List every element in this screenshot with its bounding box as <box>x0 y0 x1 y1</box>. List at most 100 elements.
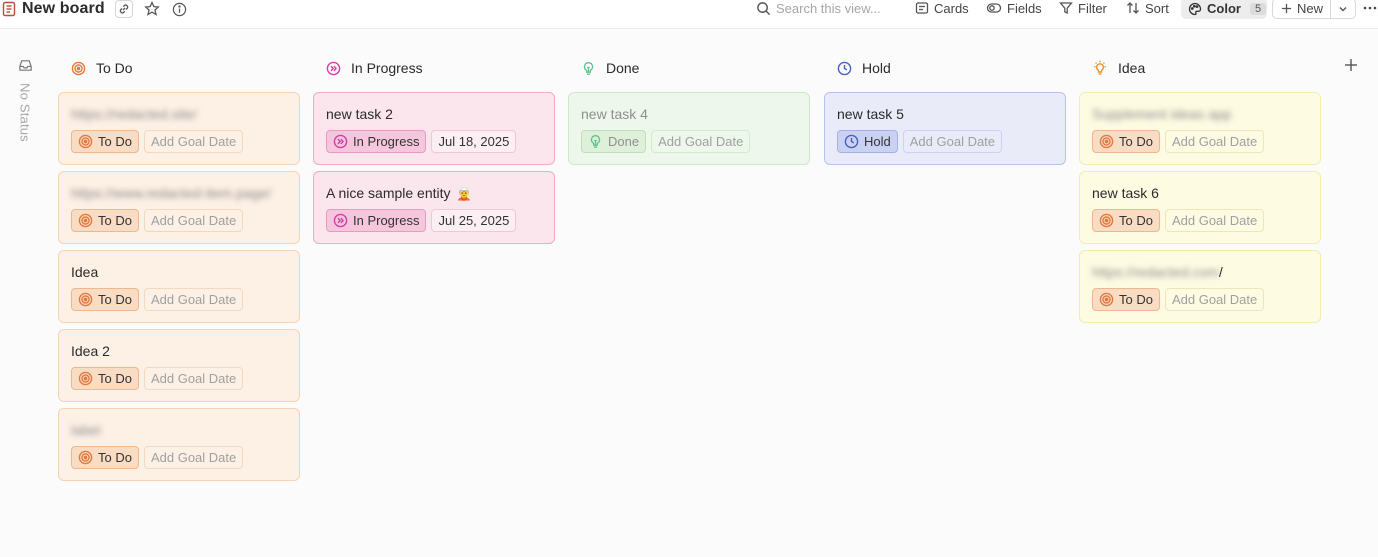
card-list: new task 4 Done Add Goal Date <box>568 92 810 171</box>
add-goal-date-button[interactable]: Add Goal Date <box>651 130 751 153</box>
card[interactable]: new task 4 Done Add Goal Date <box>568 92 810 165</box>
status-label: To Do <box>1119 292 1153 307</box>
card[interactable]: https://redacted.com/To Do Add Goal Date <box>1079 250 1321 323</box>
card-title: Idea 2 <box>71 343 110 359</box>
card-properties: To Do Add Goal Date <box>71 209 244 232</box>
add-goal-date-button[interactable]: Add Goal Date <box>143 446 244 469</box>
search-input[interactable]: Search this view... <box>776 1 881 16</box>
add-goal-date-button[interactable]: Add Goal Date <box>143 367 244 390</box>
board-title[interactable]: New board <box>22 0 105 18</box>
card-properties: In Progress Jul 25, 2025 <box>326 209 517 232</box>
star-icon[interactable] <box>143 0 161 18</box>
goal-date[interactable]: Jul 25, 2025 <box>431 209 517 232</box>
cards-button[interactable]: Cards <box>915 0 969 16</box>
card[interactable]: new task 2 In Progress Jul 18, 2025 <box>313 92 555 165</box>
goal-date[interactable]: Jul 18, 2025 <box>431 130 517 153</box>
card-properties: To Do Add Goal Date <box>71 130 244 153</box>
card[interactable]: Idea To Do Add Goal Date <box>58 250 300 323</box>
status-label: To Do <box>98 371 132 386</box>
new-button-group: New <box>1272 0 1356 19</box>
sort-icon <box>1127 2 1139 14</box>
card-title-row: new task 6 <box>1092 185 1159 201</box>
card-properties: Done Add Goal Date <box>581 130 751 153</box>
cards-label: Cards <box>934 0 969 16</box>
status-badge[interactable]: Done <box>581 130 647 153</box>
status-label: To Do <box>1119 213 1153 228</box>
target-icon <box>1099 213 1114 228</box>
card-title: Supplement ideas app <box>1092 106 1232 122</box>
card-title: new task 5 <box>837 106 904 122</box>
fields-button[interactable]: Fields <box>986 0 1042 16</box>
column-todo: To Do https://redacted.site/To Do Add Goal… <box>58 58 300 481</box>
no-status-column[interactable]: No Status <box>14 58 36 142</box>
status-badge[interactable]: To Do <box>71 288 139 311</box>
card-title-row: https://www.redacted-item.page/ <box>71 185 271 201</box>
filter-button[interactable]: Filter <box>1059 0 1107 16</box>
card[interactable]: label To Do Add Goal Date <box>58 408 300 481</box>
search-icon <box>757 1 771 15</box>
status-badge[interactable]: To Do <box>71 209 139 232</box>
column-header[interactable]: To Do <box>58 58 300 78</box>
copy-link-icon[interactable] <box>114 0 133 18</box>
status-badge[interactable]: To Do <box>71 130 139 153</box>
card-title-row: https://redacted.site/ <box>71 106 197 122</box>
status-badge[interactable]: To Do <box>71 446 139 469</box>
add-column-button[interactable] <box>1344 58 1360 74</box>
status-badge[interactable]: To Do <box>1092 209 1160 232</box>
search-view[interactable]: Search this view... <box>756 0 881 16</box>
add-goal-date-button[interactable]: Add Goal Date <box>1164 288 1265 311</box>
status-badge[interactable]: To Do <box>1092 288 1160 311</box>
card[interactable]: Supplement ideas app To Do Add Goal Date <box>1079 92 1321 165</box>
status-badge[interactable]: To Do <box>71 367 139 390</box>
add-goal-date-button[interactable]: Add Goal Date <box>902 130 1003 153</box>
board-document-icon <box>2 1 16 17</box>
lightbulb-outline-icon <box>588 134 603 149</box>
column-header[interactable]: Done <box>568 58 810 78</box>
add-goal-date-button[interactable]: Add Goal Date <box>1164 209 1265 232</box>
status-badge[interactable]: Hold <box>837 130 898 153</box>
status-label: In Progress <box>353 134 420 149</box>
card-title: new task 2 <box>326 106 393 122</box>
status-badge[interactable]: To Do <box>1092 130 1160 153</box>
color-button[interactable]: Color 5 <box>1181 0 1267 19</box>
card[interactable]: new task 6 To Do Add Goal Date <box>1079 171 1321 244</box>
add-goal-date-button[interactable]: Add Goal Date <box>143 130 244 153</box>
card[interactable]: https://www.redacted-item.page/To Do Add … <box>58 171 300 244</box>
card-title: https://redacted.com <box>1092 264 1219 280</box>
add-goal-date-button[interactable]: Add Goal Date <box>1164 130 1265 153</box>
add-goal-date-button[interactable]: Add Goal Date <box>143 288 244 311</box>
card-title: new task 4 <box>581 106 648 122</box>
status-label: Done <box>608 134 640 149</box>
card[interactable]: Idea 2 To Do Add Goal Date <box>58 329 300 402</box>
card-list: new task 2 In Progress Jul 18, 2025 A nice … <box>313 92 555 250</box>
sort-button[interactable]: Sort <box>1126 0 1169 16</box>
card[interactable]: https://redacted.site/To Do Add Goal Date <box>58 92 300 165</box>
card[interactable]: A nice sample entity 🧝 In Progress Jul 25, … <box>313 171 555 244</box>
inbox-icon <box>18 60 32 71</box>
sort-label: Sort <box>1145 0 1169 16</box>
new-label: New <box>1297 1 1324 16</box>
status-badge[interactable]: In Progress <box>326 130 427 153</box>
add-goal-date-button[interactable]: Add Goal Date <box>143 209 244 232</box>
more-options-button[interactable] <box>1362 0 1378 16</box>
status-badge[interactable]: In Progress <box>326 209 427 232</box>
card-list: Supplement ideas app To Do Add Goal Date ne… <box>1079 92 1321 329</box>
plus-icon <box>1281 3 1292 14</box>
card-title: A nice sample entity <box>326 185 451 201</box>
target-icon <box>78 213 93 228</box>
top-bar: New board Search this view... Cards Fiel… <box>0 0 1378 29</box>
card[interactable]: new task 5 Hold Add Goal Date <box>824 92 1066 165</box>
column-header[interactable]: Idea <box>1079 58 1321 78</box>
fast-forward-circle-icon <box>333 134 348 149</box>
card-title-row: Supplement ideas app <box>1092 106 1231 122</box>
target-icon <box>78 371 93 386</box>
card-title-row: Idea <box>71 264 98 280</box>
column-header[interactable]: Hold <box>824 58 1066 78</box>
new-dropdown-button[interactable] <box>1331 4 1355 14</box>
card-title: Idea <box>71 264 99 280</box>
card-title-row: https://redacted.com/ <box>1092 264 1223 280</box>
column-title: In Progress <box>351 60 423 76</box>
column-header[interactable]: In Progress <box>313 58 555 78</box>
new-button[interactable]: New <box>1273 0 1331 18</box>
info-icon[interactable] <box>171 0 189 18</box>
